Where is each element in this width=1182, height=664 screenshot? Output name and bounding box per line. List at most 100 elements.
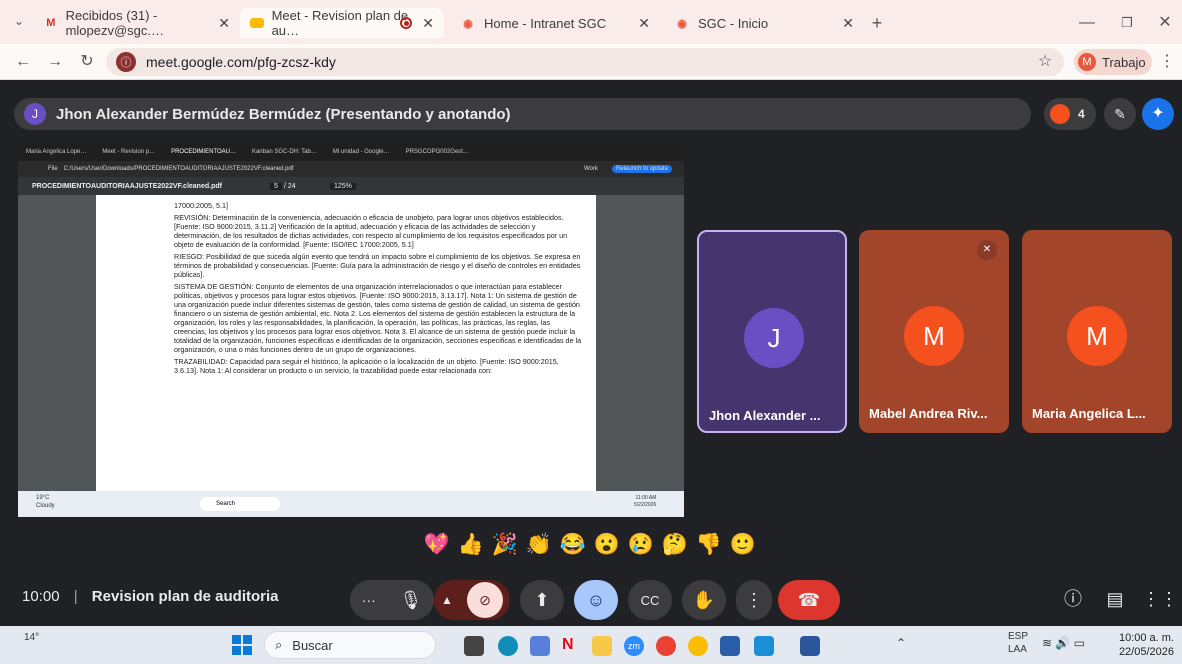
tab-gmail[interactable]: M Recibidos (31) - mlopezv@sgc.… ✕ bbox=[34, 8, 240, 38]
zoom-icon[interactable]: zm bbox=[624, 636, 644, 656]
video-control: ▲ ⊘ bbox=[434, 580, 510, 620]
chrome-icon[interactable] bbox=[656, 636, 676, 656]
close-icon[interactable]: ✕ bbox=[638, 15, 650, 32]
shared-search-label: Search bbox=[216, 501, 236, 507]
start-icon[interactable] bbox=[232, 635, 252, 655]
meeting-details-icon[interactable]: ⓘ bbox=[1060, 586, 1086, 612]
close-icon[interactable]: ✕ bbox=[842, 15, 854, 32]
tab-sgc-inicio[interactable]: ◉ SGC - Inicio ✕ bbox=[664, 8, 864, 38]
teams-icon[interactable] bbox=[720, 636, 740, 656]
present-screen-button[interactable]: ⬆ bbox=[520, 580, 564, 620]
gmail-icon: M bbox=[46, 17, 56, 29]
tab-meet[interactable]: Meet - Revision plan de au… ✕ bbox=[240, 8, 444, 38]
shared-relaunch-label: Relaunch to update bbox=[612, 165, 673, 173]
shared-url: C:/Users/User/Downloads/PROCEDIMIENTOAUD… bbox=[63, 166, 294, 172]
doc-paragraph: RIESGO: Posibilidad de que suceda algún … bbox=[174, 252, 581, 279]
forward-icon[interactable]: → bbox=[44, 51, 66, 73]
minimize-button[interactable]: — bbox=[1076, 12, 1098, 34]
shared-taskbar: 19°C Cloudy Search 11:00 AM 5/22/2026 bbox=[18, 491, 684, 517]
participant-tile[interactable]: J Jhon Alexander ... bbox=[697, 230, 847, 433]
presenter-label: Jhon Alexander Bermúdez Bermúdez (Presen… bbox=[56, 105, 511, 123]
activities-icon[interactable]: ⋮⋮ bbox=[1142, 586, 1178, 612]
reaction-thumbs-down-button[interactable]: 👎 bbox=[695, 533, 723, 557]
network-volume-battery-icon[interactable]: ≋ 🔊 ▭ bbox=[1042, 636, 1085, 650]
close-icon[interactable]: ✕ bbox=[422, 15, 434, 32]
participant-name: Jhon Alexander ... bbox=[709, 408, 821, 423]
pdf-zoom: 125% bbox=[330, 182, 356, 190]
reaction-more-button[interactable]: 🙂 bbox=[729, 533, 757, 557]
task-view-icon[interactable] bbox=[464, 636, 484, 656]
address-bar: ← → ↻ ⓘ meet.google.com/pfg-zcsz-kdy ☆ M… bbox=[0, 44, 1182, 80]
participant-avatar: J bbox=[744, 308, 804, 368]
browser-menu-icon[interactable]: ⋮ bbox=[1156, 51, 1178, 73]
reaction-thumbs-up-button[interactable]: 👍 bbox=[457, 533, 485, 557]
system-clock[interactable]: 10:00 a. m. 22/05/2026 bbox=[1114, 631, 1174, 659]
close-icon[interactable]: ✕ bbox=[218, 15, 230, 32]
reaction-sad-button[interactable]: 😢 bbox=[627, 533, 655, 557]
participants-button[interactable]: 4 bbox=[1044, 98, 1096, 130]
participant-tile[interactable]: M Maria Angelica L... bbox=[1022, 230, 1172, 433]
more-audio-icon[interactable]: ··· bbox=[362, 592, 376, 608]
annotate-button[interactable]: ✎ bbox=[1104, 98, 1136, 130]
participant-count: 4 bbox=[1078, 107, 1085, 121]
pdf-filename: PROCEDIMIENTOAUDITORIAAJUSTE2022VF.clean… bbox=[32, 182, 222, 190]
emoji-button[interactable]: ☺ bbox=[574, 580, 618, 620]
chrome-profile-icon[interactable] bbox=[688, 636, 708, 656]
browser-tab-strip: ⌄ M Recibidos (31) - mlopezv@sgc.… ✕ Mee… bbox=[0, 0, 1182, 44]
reaction-thinking-button[interactable]: 🤔 bbox=[661, 533, 689, 557]
tray-chevron-icon[interactable]: ⌃ bbox=[896, 636, 906, 650]
more-options-button[interactable]: ⋮ bbox=[736, 580, 772, 620]
shared-tab: PROCEDIMIENTOAU… bbox=[171, 149, 236, 155]
new-tab-button[interactable]: + bbox=[866, 12, 888, 34]
reaction-laugh-button[interactable]: 😂 bbox=[559, 533, 587, 557]
muted-mic-icon: ✕ bbox=[977, 240, 997, 260]
file-explorer-icon[interactable] bbox=[592, 636, 612, 656]
profile-button[interactable]: M Trabajo bbox=[1074, 49, 1152, 75]
bookmark-star-icon[interactable]: ☆ bbox=[1034, 51, 1056, 73]
word-icon[interactable] bbox=[800, 636, 820, 656]
more-vert-icon: ⋮ bbox=[745, 589, 763, 610]
camera-off-icon[interactable]: ⊘ bbox=[466, 582, 503, 618]
meet-icon bbox=[250, 18, 264, 28]
site-info-icon[interactable]: ⓘ bbox=[116, 52, 136, 72]
weather-widget[interactable]: 14° bbox=[24, 632, 39, 643]
microphone-icon[interactable]: 🎙 bbox=[399, 590, 422, 611]
hang-up-icon: ☎ bbox=[797, 589, 821, 610]
reactions-bar: 💖 👍 🎉 👏 😂 😮 😢 🤔 👎 🙂 bbox=[423, 527, 768, 563]
close-window-button[interactable]: ✕ bbox=[1154, 12, 1176, 34]
back-icon[interactable]: ← bbox=[12, 51, 34, 73]
pdf-page-current: 5 bbox=[270, 182, 282, 190]
reaction-clap-button[interactable]: 👏 bbox=[525, 533, 553, 557]
edge-icon[interactable] bbox=[498, 636, 518, 656]
taskbar-search[interactable]: ⌕ Buscar bbox=[264, 631, 436, 659]
tab-search-button[interactable]: ⌄ bbox=[8, 10, 30, 32]
reaction-surprised-button[interactable]: 😮 bbox=[593, 533, 621, 557]
shared-clock: 11:00 AM 5/22/2026 bbox=[634, 495, 656, 509]
shared-file-label: File bbox=[48, 166, 58, 172]
separator: | bbox=[73, 588, 78, 605]
netflix-icon[interactable]: N bbox=[562, 636, 582, 656]
chevron-up-icon[interactable]: ▲ bbox=[441, 593, 453, 607]
copilot-icon[interactable] bbox=[530, 636, 550, 656]
tab-intranet[interactable]: ◉ Home - Intranet SGC ✕ bbox=[450, 8, 660, 38]
language-indicator[interactable]: ESP LAA bbox=[1008, 630, 1028, 656]
restore-button[interactable]: ❐ bbox=[1116, 12, 1138, 34]
lang-line1: ESP bbox=[1008, 631, 1029, 642]
url-input[interactable]: ⓘ meet.google.com/pfg-zcsz-kdy bbox=[106, 48, 1064, 76]
pdf-page: 17000:2005, 5.1] REVISIÓN: Determinación… bbox=[96, 195, 596, 491]
shared-time: 11:00 AM bbox=[635, 495, 657, 501]
gemini-button[interactable]: ✦ bbox=[1142, 98, 1174, 130]
reaction-party-button[interactable]: 🎉 bbox=[491, 533, 519, 557]
reaction-heart-button[interactable]: 💖 bbox=[423, 533, 451, 557]
tab-label: Home - Intranet SGC bbox=[484, 15, 607, 31]
leave-call-button[interactable]: ☎ bbox=[778, 580, 840, 620]
sgc-icon: ◉ bbox=[677, 17, 687, 30]
chat-icon[interactable]: ▤ bbox=[1102, 586, 1128, 612]
outlook-icon[interactable] bbox=[754, 636, 774, 656]
shared-weather: 19°C Cloudy bbox=[36, 494, 55, 510]
shared-screen: Maria Angelica Lope… Meet - Revision p… … bbox=[18, 143, 684, 517]
raise-hand-button[interactable]: ✋ bbox=[682, 580, 726, 620]
captions-button[interactable]: CC bbox=[628, 580, 672, 620]
participant-tile[interactable]: ✕ M Mabel Andrea Riv... bbox=[859, 230, 1009, 433]
reload-icon[interactable]: ↻ bbox=[76, 51, 98, 73]
